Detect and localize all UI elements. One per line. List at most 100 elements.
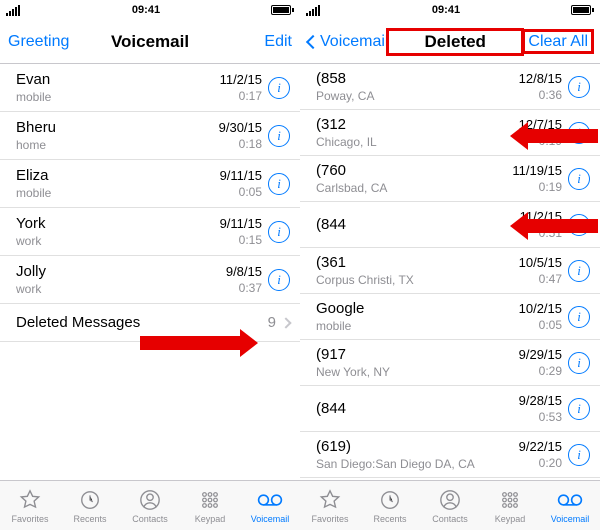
keypad-icon <box>199 488 221 512</box>
info-icon[interactable]: i <box>268 125 290 147</box>
info-icon[interactable]: i <box>568 444 590 466</box>
deleted-row[interactable]: (917New York, NY9/29/150:29i <box>300 340 600 386</box>
duration: 0:20 <box>539 456 562 470</box>
info-icon[interactable]: i <box>268 77 290 99</box>
tab-keypad[interactable]: Keypad <box>180 481 240 530</box>
caller-sub: New York, NY <box>316 365 519 379</box>
annotation-arrow <box>510 124 598 148</box>
caller-name: (619) <box>316 438 519 455</box>
nav-bar: Greeting Voicemail Edit <box>0 20 300 64</box>
deleted-row[interactable]: (858Poway, CA12/8/150:36i <box>300 64 600 110</box>
back-label: Voicemail <box>320 33 388 51</box>
tab-favorites[interactable]: Favorites <box>300 481 360 530</box>
caller-name: York <box>16 215 220 232</box>
tab-contacts[interactable]: Contacts <box>120 481 180 530</box>
signal-icon <box>306 4 321 16</box>
caller-sub: San Diego:San Diego DA, CA <box>316 457 519 471</box>
voicemail-row[interactable]: Elizamobile9/11/150:05i <box>0 160 300 208</box>
deleted-row[interactable]: Googlemobile10/2/150:05i <box>300 294 600 340</box>
voicemail-row[interactable]: Yorkwork9/11/150:15i <box>0 208 300 256</box>
caller-name: (760 <box>316 162 512 179</box>
date: 9/30/15 <box>219 120 262 135</box>
info-icon[interactable]: i <box>568 398 590 420</box>
caller-name: (361 <box>316 254 519 271</box>
tab-label: Contacts <box>132 514 168 524</box>
caller-name: Jolly <box>16 263 226 280</box>
clear-all-label: Clear All <box>524 31 592 52</box>
info-icon[interactable]: i <box>268 221 290 243</box>
voicemail-row[interactable]: Jollywork9/8/150:37i <box>0 256 300 304</box>
keypad-icon <box>499 488 521 512</box>
deleted-row[interactable]: (8449/28/150:53i <box>300 386 600 432</box>
tab-label: Voicemail <box>251 514 290 524</box>
tab-bar: FavoritesRecents Contacts Keypad Voicemail <box>300 480 600 530</box>
voicemail-list: Evanmobile11/2/150:17iBheruhome9/30/150:… <box>0 64 300 480</box>
status-bar: 09:41 <box>300 0 600 20</box>
back-button[interactable]: Voicemail <box>308 33 388 51</box>
voicemail-row[interactable]: Evanmobile11/2/150:17i <box>0 64 300 112</box>
greeting-button[interactable]: Greeting <box>8 33 78 51</box>
deleted-count: 9 <box>268 314 276 331</box>
clock: 09:41 <box>132 4 160 16</box>
duration: 0:53 <box>539 410 562 424</box>
caller-name: Bheru <box>16 119 219 136</box>
date: 9/8/15 <box>226 264 262 279</box>
battery-icon <box>571 5 594 15</box>
deleted-row[interactable]: (361 Corpus Christi, TX10/5/15 0:47 i <box>300 248 600 294</box>
nav-bar: Voicemail Deleted Clear All <box>300 20 600 64</box>
deleted-row[interactable]: (760Carlsbad, CA11/19/150:19i <box>300 156 600 202</box>
clock: 09:41 <box>432 4 460 16</box>
caller-sub: home <box>16 138 219 152</box>
status-bar: 09:41 <box>0 0 300 20</box>
tab-contacts[interactable]: Contacts <box>420 481 480 530</box>
date: 10/5/15 <box>519 255 562 270</box>
tab-voicemail[interactable]: Voicemail <box>240 481 300 530</box>
caller-sub: mobile <box>316 319 519 333</box>
duration: 0:47 <box>539 272 562 286</box>
tab-label: Keypad <box>195 514 226 524</box>
info-icon[interactable]: i <box>568 260 590 282</box>
duration: 0:29 <box>539 364 562 378</box>
recents-icon <box>379 488 401 512</box>
clear-all-button[interactable]: Clear All <box>522 33 592 51</box>
voicemail-icon <box>557 488 583 512</box>
tab-label: Voicemail <box>551 514 590 524</box>
caller-sub: work <box>16 282 226 296</box>
contacts-icon <box>439 488 461 512</box>
duration: 0:05 <box>239 185 262 199</box>
caller-sub: Poway, CA <box>316 89 519 103</box>
contacts-icon <box>139 488 161 512</box>
tab-keypad[interactable]: Keypad <box>480 481 540 530</box>
date: 9/28/15 <box>519 393 562 408</box>
info-icon[interactable]: i <box>568 76 590 98</box>
annotation-arrow <box>510 214 598 238</box>
phone-left: 09:41 Greeting Voicemail Edit Evanmobile… <box>0 0 300 530</box>
caller-name: (858 <box>316 70 519 87</box>
info-icon[interactable]: i <box>568 306 590 328</box>
date: 11/2/15 <box>220 72 262 87</box>
tab-recents[interactable]: Recents <box>60 481 120 530</box>
tab-label: Keypad <box>495 514 526 524</box>
tab-label: Contacts <box>432 514 468 524</box>
deleted-row[interactable]: (619)San Diego:San Diego DA, CA9/22/150:… <box>300 432 600 478</box>
tab-bar: FavoritesRecents Contacts Keypad Voicemail <box>0 480 300 530</box>
edit-button[interactable]: Edit <box>222 33 292 51</box>
recents-icon <box>79 488 101 512</box>
deleted-label: Deleted Messages <box>16 314 268 331</box>
signal-icon <box>6 4 21 16</box>
tab-favorites[interactable]: Favorites <box>0 481 60 530</box>
caller-name: (917 <box>316 346 519 363</box>
info-icon[interactable]: i <box>568 352 590 374</box>
tab-recents[interactable]: Recents <box>360 481 420 530</box>
date: 11/19/15 <box>512 163 562 178</box>
tab-voicemail[interactable]: Voicemail <box>540 481 600 530</box>
info-icon[interactable]: i <box>568 168 590 190</box>
duration: 0:15 <box>239 233 262 247</box>
info-icon[interactable]: i <box>268 269 290 291</box>
duration: 0:18 <box>239 137 262 151</box>
caller-sub: Corpus Christi, TX <box>316 273 519 287</box>
caller-name: Evan <box>16 71 220 88</box>
duration: 0:17 <box>239 89 262 103</box>
info-icon[interactable]: i <box>268 173 290 195</box>
voicemail-row[interactable]: Bheru home9/30/15 0:18 i <box>0 112 300 160</box>
